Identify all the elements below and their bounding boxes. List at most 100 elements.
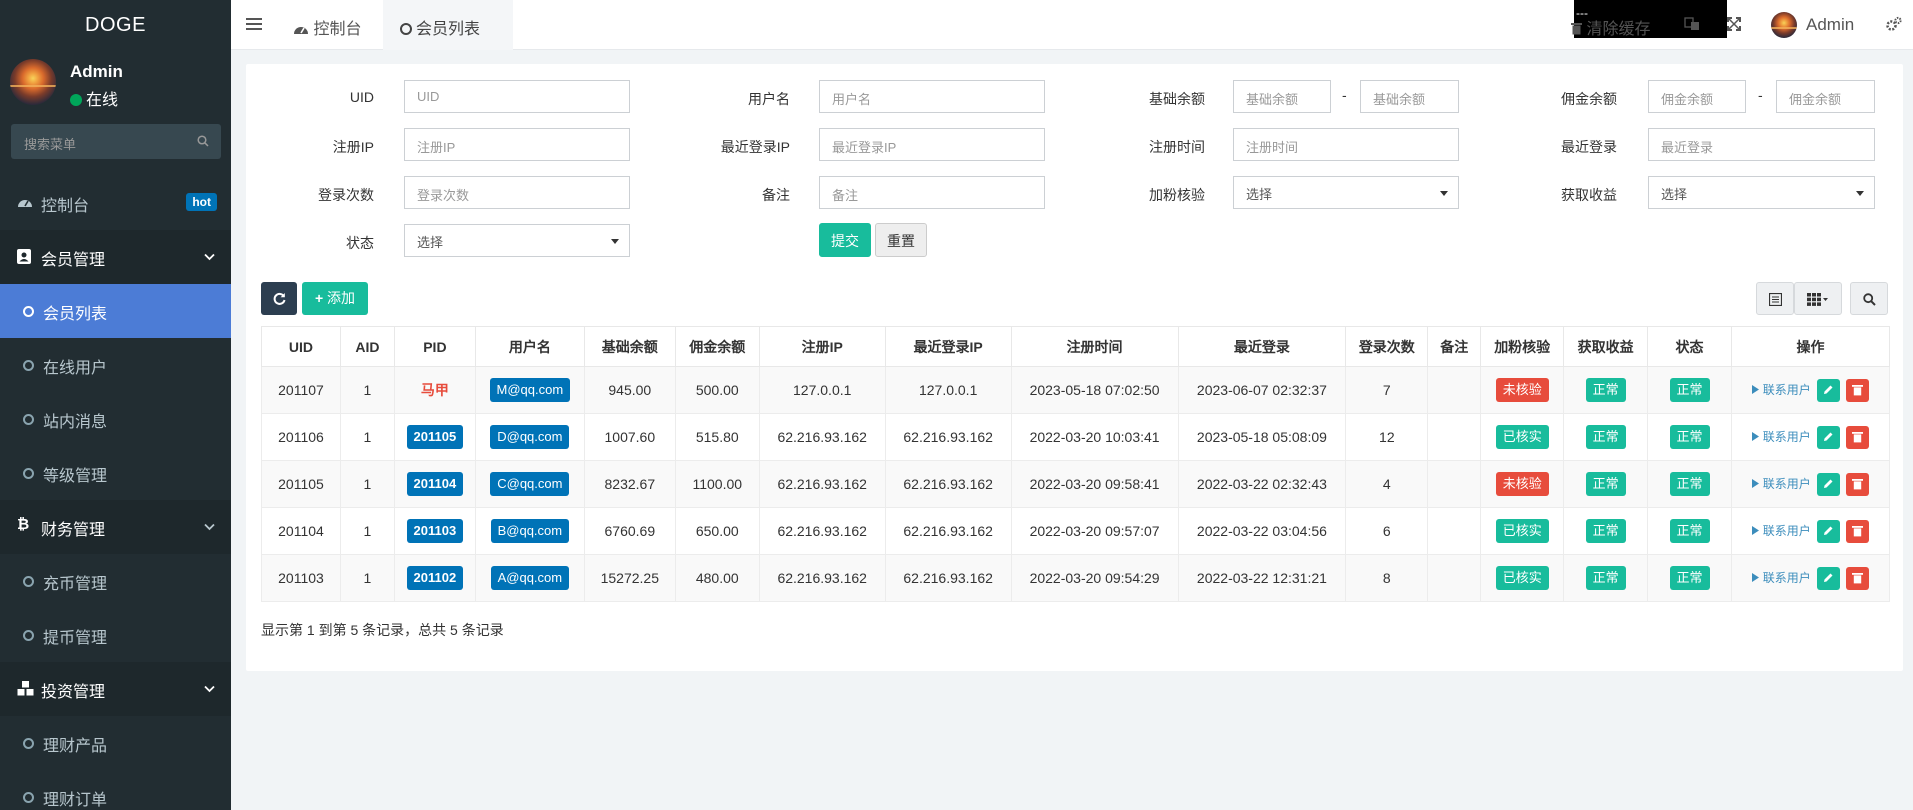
uid-input[interactable]: UID xyxy=(404,80,630,113)
table-row[interactable]: 201107 1 马甲 M@qq.com 945.00 500.00 127.0… xyxy=(261,366,1890,414)
verify-badge[interactable]: 已核实 xyxy=(1495,566,1549,590)
earnings-badge[interactable]: 正常 xyxy=(1585,425,1626,449)
status-badge[interactable]: 正常 xyxy=(1669,472,1710,496)
column-header[interactable]: 佣金余额 xyxy=(674,326,760,367)
username-input[interactable]: 用户名 xyxy=(819,80,1045,113)
table-row[interactable]: 201104 1 201103 B@qq.com 6760.69 650.00 … xyxy=(261,507,1890,555)
app-logo[interactable]: DOGE xyxy=(0,0,231,50)
status-select[interactable]: 选择 xyxy=(404,224,630,257)
sidebar-item-online-users[interactable]: 在线用户 xyxy=(0,338,231,392)
pid-badge[interactable]: 201105 xyxy=(406,425,464,449)
earnings-select[interactable]: 选择 xyxy=(1648,176,1875,209)
sidebar-item-levels[interactable]: 等级管理 xyxy=(0,446,231,500)
add-button[interactable]: + 添加 xyxy=(302,282,368,315)
sidebar-item-member-management[interactable]: 会员管理 xyxy=(0,230,231,284)
delete-button[interactable] xyxy=(1845,519,1869,543)
clear-cache-button[interactable]: 清除缓存 xyxy=(1571,15,1650,39)
submit-button[interactable]: 提交 xyxy=(819,223,871,257)
edit-button[interactable] xyxy=(1816,425,1840,449)
admin-menu[interactable]: Admin xyxy=(1806,15,1854,35)
sidebar-item-deposits[interactable]: 充币管理 xyxy=(0,554,231,608)
contact-user-link[interactable]: 联系用户 xyxy=(1752,571,1811,585)
username-badge[interactable]: A@qq.com xyxy=(490,566,570,590)
earnings-badge[interactable]: 正常 xyxy=(1585,566,1626,590)
earnings-badge[interactable]: 正常 xyxy=(1585,472,1626,496)
toggle-view-button[interactable] xyxy=(1756,282,1794,315)
column-header[interactable]: 加粉核验 xyxy=(1480,326,1565,367)
fullscreen-icon[interactable] xyxy=(1727,17,1741,36)
column-header[interactable]: 最近登录 xyxy=(1177,326,1347,367)
verify-badge[interactable]: 未核验 xyxy=(1495,378,1549,402)
sidebar-item-member-list[interactable]: 会员列表 xyxy=(0,284,231,338)
edit-button[interactable] xyxy=(1816,519,1840,543)
verify-select[interactable]: 选择 xyxy=(1233,176,1459,209)
earnings-badge[interactable]: 正常 xyxy=(1585,378,1626,402)
menu-search-input[interactable]: 搜索菜单 xyxy=(11,124,221,159)
column-header[interactable]: 操作 xyxy=(1731,326,1890,367)
refresh-button[interactable] xyxy=(261,282,297,315)
table-row[interactable]: 201105 1 201104 C@qq.com 8232.67 1100.00… xyxy=(261,460,1890,508)
login-count-input[interactable]: 登录次数 xyxy=(404,176,630,209)
table-row[interactable]: 201106 1 201105 D@qq.com 1007.60 515.80 … xyxy=(261,413,1890,461)
earnings-badge[interactable]: 正常 xyxy=(1585,519,1626,543)
contact-user-link[interactable]: 联系用户 xyxy=(1752,477,1811,491)
reset-button[interactable]: 重置 xyxy=(875,223,927,257)
last-ip-input[interactable]: 最近登录IP xyxy=(819,128,1045,161)
sidebar-item-finance-management[interactable]: ₿ 财务管理 xyxy=(0,500,231,554)
commission-min-input[interactable]: 佣金余额 xyxy=(1648,80,1746,113)
status-badge[interactable]: 正常 xyxy=(1669,566,1710,590)
reg-ip-input[interactable]: 注册IP xyxy=(404,128,630,161)
verify-badge[interactable]: 已核实 xyxy=(1495,425,1549,449)
username-badge[interactable]: D@qq.com xyxy=(490,425,570,449)
delete-button[interactable] xyxy=(1845,425,1869,449)
hamburger-menu-icon[interactable] xyxy=(246,17,262,36)
verify-badge[interactable]: 未核验 xyxy=(1495,472,1549,496)
column-header[interactable]: UID xyxy=(261,326,341,367)
search-icon[interactable] xyxy=(197,134,209,150)
delete-button[interactable] xyxy=(1845,472,1869,496)
pid-badge[interactable]: 201103 xyxy=(406,519,464,543)
table-row[interactable]: 201103 1 201102 A@qq.com 15272.25 480.00… xyxy=(261,554,1890,602)
admin-avatar[interactable] xyxy=(1771,12,1797,38)
pid-badge[interactable]: 201104 xyxy=(406,472,464,496)
status-badge[interactable]: 正常 xyxy=(1669,425,1710,449)
status-badge[interactable]: 正常 xyxy=(1669,378,1710,402)
column-header[interactable]: 最近登录IP xyxy=(884,326,1012,367)
edit-button[interactable] xyxy=(1816,472,1840,496)
remark-input[interactable]: 备注 xyxy=(819,176,1045,209)
sidebar-item-messages[interactable]: 站内消息 xyxy=(0,392,231,446)
delete-button[interactable] xyxy=(1845,378,1869,402)
contact-user-link[interactable]: 联系用户 xyxy=(1752,524,1811,538)
base-balance-min-input[interactable]: 基础余额 xyxy=(1233,80,1331,113)
column-header[interactable]: AID xyxy=(339,326,395,367)
columns-button[interactable] xyxy=(1794,282,1842,315)
verify-badge[interactable]: 已核实 xyxy=(1495,519,1549,543)
contact-user-link[interactable]: 联系用户 xyxy=(1752,383,1811,397)
sidebar-item-products[interactable]: 理财产品 xyxy=(0,716,231,770)
pid-badge[interactable]: 201102 xyxy=(406,566,464,590)
contact-user-link[interactable]: 联系用户 xyxy=(1752,430,1811,444)
commission-max-input[interactable]: 佣金余额 xyxy=(1776,80,1875,113)
tab-member-list[interactable]: 会员列表 xyxy=(383,0,513,50)
search-toggle-button[interactable] xyxy=(1850,282,1888,315)
column-header[interactable]: 基础余额 xyxy=(583,326,676,367)
gears-icon[interactable] xyxy=(1886,16,1902,37)
column-header[interactable]: 注册IP xyxy=(758,326,886,367)
column-header[interactable]: 状态 xyxy=(1647,326,1732,367)
base-balance-max-input[interactable]: 基础余额 xyxy=(1360,80,1459,113)
tab-dashboard[interactable]: 控制台 xyxy=(293,15,361,39)
username-badge[interactable]: M@qq.com xyxy=(489,378,571,402)
column-header[interactable]: 登录次数 xyxy=(1345,326,1429,367)
column-header[interactable]: 获取收益 xyxy=(1563,326,1649,367)
sidebar-item-dashboard[interactable]: 控制台 hot xyxy=(0,176,231,230)
last-login-input[interactable]: 最近登录 xyxy=(1648,128,1875,161)
sidebar-item-orders[interactable]: 理财订单 xyxy=(0,770,231,810)
sidebar-item-withdrawals[interactable]: 提币管理 xyxy=(0,608,231,662)
translate-icon[interactable] xyxy=(1684,16,1700,37)
column-header[interactable]: 注册时间 xyxy=(1010,326,1179,367)
username-badge[interactable]: B@qq.com xyxy=(490,519,570,543)
sidebar-item-investment-management[interactable]: 投资管理 xyxy=(0,662,231,716)
column-header[interactable]: 用户名 xyxy=(474,326,585,367)
edit-button[interactable] xyxy=(1816,378,1840,402)
delete-button[interactable] xyxy=(1845,566,1869,590)
